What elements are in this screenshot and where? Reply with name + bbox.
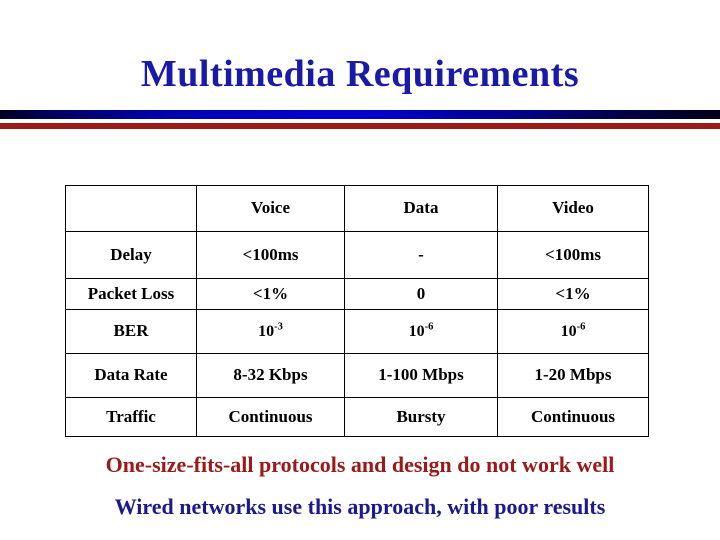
row-label-packet-loss: Packet Loss bbox=[65, 278, 197, 310]
cell-data-rate-data: 1-100 Mbps bbox=[344, 353, 498, 398]
header-cell-data: Data bbox=[344, 185, 498, 232]
cell-packet-loss-video: <1% bbox=[497, 278, 649, 310]
row-label-ber: BER bbox=[65, 309, 197, 354]
ber-video-base: 10 bbox=[560, 323, 577, 341]
title-divider bbox=[0, 110, 720, 132]
ber-voice-exponent: -3 bbox=[274, 321, 283, 333]
header-cell-video: Video bbox=[497, 185, 649, 232]
cell-traffic-video: Continuous bbox=[497, 397, 649, 437]
table-row: Packet Loss <1% 0 <1% bbox=[65, 278, 649, 310]
cell-delay-data: - bbox=[344, 231, 498, 279]
row-label-traffic: Traffic bbox=[65, 397, 197, 437]
header-cell-blank bbox=[65, 185, 197, 232]
cell-data-rate-video: 1-20 Mbps bbox=[497, 353, 649, 398]
header-label-voice: Voice bbox=[250, 198, 291, 218]
header-cell-voice: Voice bbox=[196, 185, 345, 232]
ber-video-exponent: -6 bbox=[576, 321, 586, 333]
divider-bar-red bbox=[0, 123, 720, 129]
cell-ber-data: 10-6 bbox=[344, 309, 498, 354]
row-label-delay: Delay bbox=[65, 231, 197, 279]
cell-ber-video: 10-6 bbox=[497, 309, 649, 354]
row-label-data-rate: Data Rate bbox=[65, 353, 197, 398]
header-label-data: Data bbox=[403, 198, 439, 218]
cell-traffic-data: Bursty bbox=[344, 397, 498, 437]
cell-traffic-voice: Continuous bbox=[196, 397, 345, 437]
cell-packet-loss-voice: <1% bbox=[196, 278, 345, 310]
header-label-video: Video bbox=[552, 198, 594, 218]
note-line-wired-networks: Wired networks use this approach, with p… bbox=[114, 494, 606, 519]
cell-packet-loss-data: 0 bbox=[344, 278, 498, 310]
table-header-row: Voice Data Video bbox=[65, 185, 649, 232]
cell-data-rate-voice: 8-32 Kbps bbox=[196, 353, 345, 398]
ber-data-exponent: -6 bbox=[424, 321, 434, 333]
table-row: Traffic Continuous Bursty Continuous bbox=[65, 397, 649, 437]
ber-data-base: 10 bbox=[408, 323, 425, 341]
table-row: BER 10-3 10-6 10-6 bbox=[65, 309, 649, 354]
table-row: Data Rate 8-32 Kbps 1-100 Mbps 1-20 Mbps bbox=[65, 353, 649, 398]
cell-delay-video: <100ms bbox=[497, 231, 649, 279]
ber-voice-base: 10 bbox=[258, 323, 275, 341]
multimedia-requirements-table: Voice Data Video Delay <100ms - <100ms P… bbox=[65, 185, 649, 437]
cell-delay-voice: <100ms bbox=[196, 231, 345, 279]
divider-bar-blue bbox=[0, 110, 720, 119]
table-row: Delay <100ms - <100ms bbox=[65, 231, 649, 279]
page-title: Multimedia Requirements bbox=[140, 53, 580, 95]
note-line-protocols: One-size-fits-all protocols and design d… bbox=[105, 452, 615, 477]
cell-ber-voice: 10-3 bbox=[196, 309, 345, 354]
